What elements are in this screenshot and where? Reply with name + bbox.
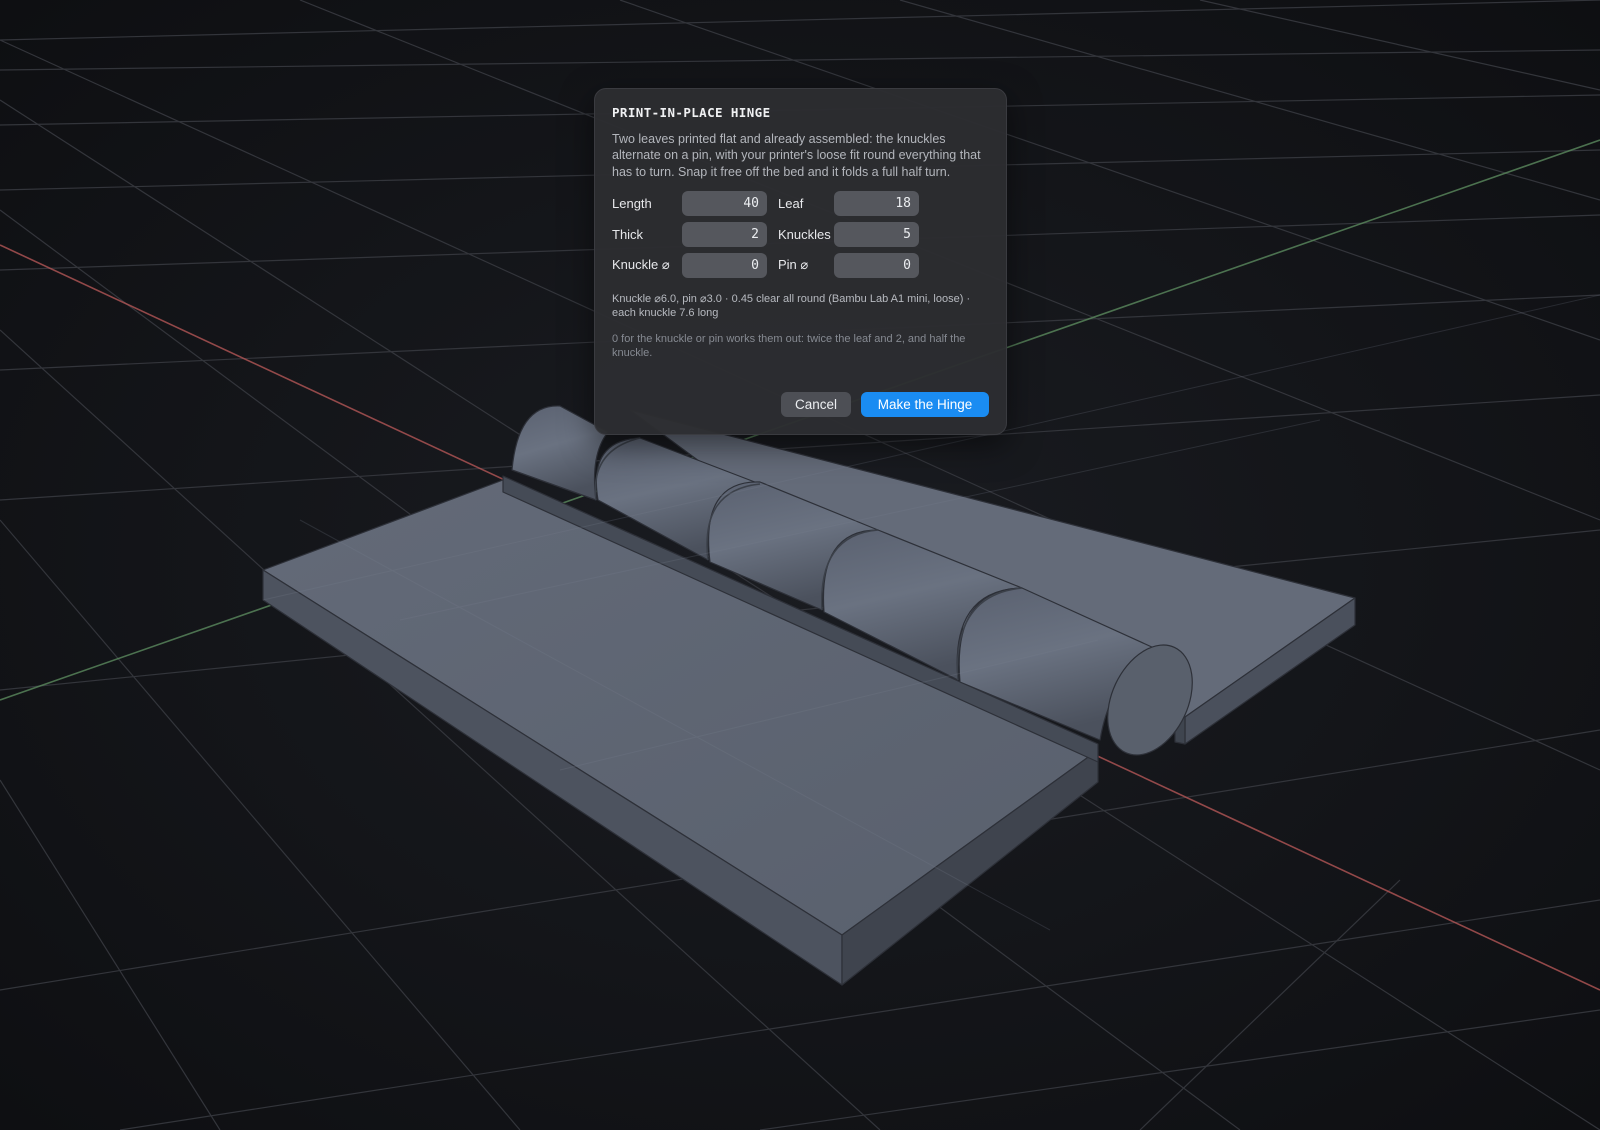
help-note: 0 for the knuckle or pin works them out:…: [612, 332, 966, 359]
length-label: Length: [612, 195, 652, 211]
knuckle-diameter-label: Knuckle ⌀: [612, 257, 670, 273]
pin-diameter-label: Pin ⌀: [778, 257, 809, 273]
dialog-buttons: Cancel Make the Hinge: [781, 392, 989, 417]
dialog-description: Two leaves printed flat and already asse…: [612, 132, 981, 179]
make-hinge-button[interactable]: Make the Hinge: [861, 392, 989, 417]
dialog-title: PRINT-IN-PLACE HINGE: [612, 105, 771, 120]
leaf-input[interactable]: 18: [834, 190, 919, 216]
thick-label: Thick: [612, 226, 644, 242]
thick-input[interactable]: 2: [682, 221, 767, 247]
knuckles-input[interactable]: 5: [834, 221, 919, 247]
computed-summary: Knuckle ⌀6.0, pin ⌀3.0 · 0.45 clear all …: [612, 292, 971, 319]
length-input[interactable]: 40: [682, 190, 767, 216]
knuckles-label: Knuckles: [778, 226, 831, 242]
parameter-fields: Length 40 Leaf 18 Thick 2 Knuckles 5 Knu…: [612, 190, 989, 278]
cancel-button[interactable]: Cancel: [781, 392, 851, 417]
knuckle-diameter-input[interactable]: 0: [682, 252, 767, 278]
hinge-dialog: PRINT-IN-PLACE HINGE Two leaves printed …: [594, 88, 1007, 435]
pin-diameter-input[interactable]: 0: [834, 252, 919, 278]
leaf-label: Leaf: [778, 195, 804, 211]
